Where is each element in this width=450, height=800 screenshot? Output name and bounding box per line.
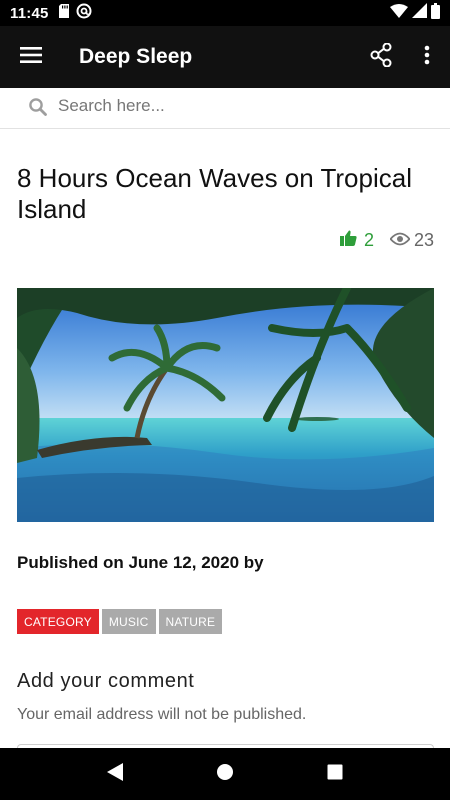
views: 23 [389, 230, 434, 251]
home-button[interactable] [195, 748, 255, 800]
eye-icon [389, 230, 414, 251]
video-thumbnail[interactable] [17, 288, 434, 522]
search-input[interactable] [58, 92, 418, 120]
post-stats: 2 23 [339, 230, 434, 251]
like-button[interactable]: 2 [339, 230, 374, 251]
tag-list: CATEGORY MUSIC NATURE [17, 609, 223, 634]
sd-card-icon [58, 3, 70, 23]
app-title: Deep Sleep [79, 45, 193, 68]
system-nav-bar [0, 748, 450, 800]
recents-icon [327, 764, 343, 785]
likes-count: 2 [363, 230, 374, 250]
recents-button[interactable] [305, 748, 365, 800]
tag-music[interactable]: MUSIC [101, 609, 156, 634]
views-count: 23 [413, 230, 434, 250]
app-actions [358, 26, 450, 88]
vpn-at-icon [76, 3, 92, 24]
status-time: 11:45 [10, 4, 49, 22]
post-title: 8 Hours Ocean Waves on Tropical Island [17, 163, 412, 224]
search-icon [28, 97, 48, 122]
cell-signal-icon [412, 3, 427, 23]
comment-note: Your email address will not be published… [17, 706, 307, 723]
status-bar: 11:45 [0, 0, 450, 26]
share-icon [370, 42, 392, 72]
comment-heading: Add your comment [17, 670, 195, 692]
tag-category[interactable]: CATEGORY [17, 609, 99, 634]
battery-icon [431, 2, 440, 24]
tag-nature[interactable]: NATURE [158, 609, 223, 634]
status-left-icons [58, 3, 92, 24]
hamburger-menu-icon [20, 46, 42, 69]
back-icon [106, 762, 124, 786]
more-options-button[interactable] [404, 26, 450, 88]
published-date: Published on June 12, 2020 by [17, 553, 264, 572]
share-button[interactable] [358, 26, 404, 88]
search-bar [0, 88, 450, 129]
status-right-icons [390, 2, 440, 24]
more-vertical-icon [424, 45, 430, 70]
back-button[interactable] [85, 748, 145, 800]
thumbs-up-icon [339, 230, 364, 251]
wifi-icon [390, 3, 408, 23]
app-bar: Deep Sleep [0, 26, 450, 88]
home-icon [216, 763, 234, 786]
menu-button[interactable] [0, 26, 62, 88]
